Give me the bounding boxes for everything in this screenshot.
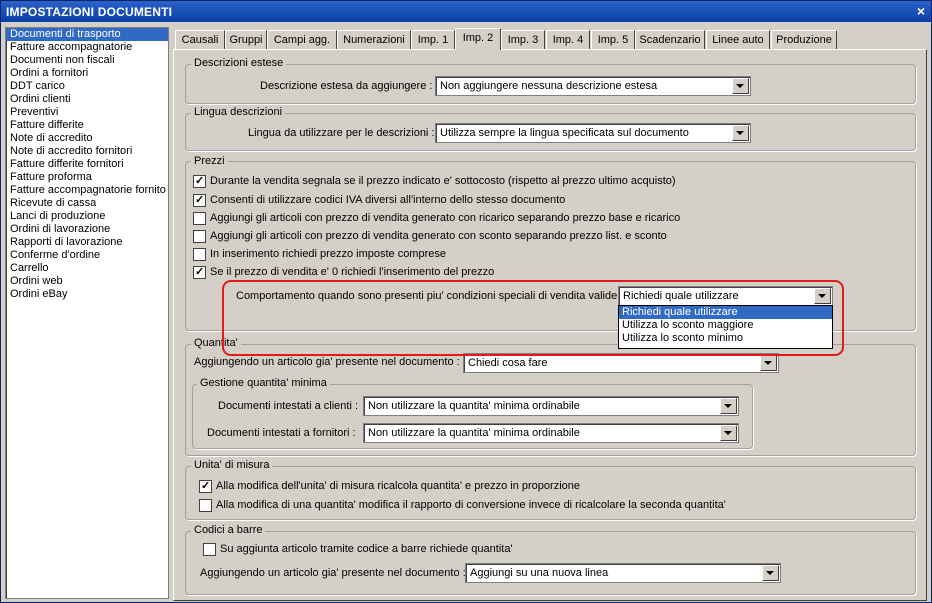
chevron-down-icon[interactable] (732, 78, 749, 94)
check-icon: ✓ (201, 480, 211, 492)
list-item[interactable]: Fatture proforma (6, 171, 168, 184)
tab-imp-1[interactable]: Imp. 1 (411, 30, 455, 49)
list-item[interactable]: Note di accredito (6, 132, 168, 145)
clienti-select[interactable]: Non utilizzare la quantita' minima ordin… (363, 396, 739, 416)
group-title: Gestione quantita' minima (197, 377, 330, 389)
checkbox-label: Consenti di utilizzare codici IVA divers… (210, 194, 566, 206)
tab-scadenzario[interactable]: Scadenzario (635, 30, 705, 49)
list-item[interactable]: Lanci di produzione (6, 210, 168, 223)
clienti-value: Non utilizzare la quantita' minima ordin… (368, 400, 580, 412)
tab-produzione[interactable]: Produzione (771, 30, 837, 49)
clienti-label: Documenti intestati a clienti : (218, 400, 359, 412)
list-item[interactable]: Fatture differite fornitori (6, 158, 168, 171)
settings-window: IMPOSTAZIONI DOCUMENTI × Documenti di tr… (0, 0, 932, 603)
list-item[interactable]: Fatture accompagnatorie (6, 41, 168, 54)
quantita-select[interactable]: Chiedi cosa fare (463, 353, 779, 373)
list-item[interactable]: Carrello (6, 262, 168, 275)
checkbox-label: Se il prezzo di vendita e' 0 richiedi l'… (210, 266, 495, 278)
list-item[interactable]: Rapporti di lavorazione (6, 236, 168, 249)
checkbox-label: Aggiungi gli articoli con prezzo di vend… (210, 212, 681, 224)
tab-causali[interactable]: Causali (175, 30, 225, 49)
checkbox-box[interactable] (203, 543, 216, 556)
chevron-down-icon[interactable] (762, 565, 779, 581)
checkbox-box[interactable] (193, 248, 206, 261)
checkbox-label: Durante la vendita segnala se il prezzo … (210, 175, 676, 187)
lingua-value: Utilizza sempre la lingua specificata su… (440, 127, 689, 139)
list-item[interactable]: Fatture differite (6, 119, 168, 132)
checkbox-box[interactable] (193, 230, 206, 243)
title-bar: IMPOSTAZIONI DOCUMENTI × (1, 1, 931, 22)
check-icon: ✓ (195, 266, 205, 278)
list-item[interactable]: Preventivi (6, 106, 168, 119)
desc-label: Descrizione estesa da aggiungere : (260, 80, 433, 92)
list-item[interactable]: DDT carico (6, 80, 168, 93)
chevron-down-icon[interactable] (760, 355, 777, 371)
check-icon: ✓ (195, 175, 205, 187)
checkbox-box[interactable] (199, 499, 212, 512)
checkbox-box[interactable]: ✓ (193, 194, 206, 207)
list-item[interactable]: Note di accredito fornitori (6, 145, 168, 158)
group-unita-misura (185, 466, 916, 520)
barre-value: Aggiungi su una nuova linea (470, 567, 609, 579)
tab-imp-4[interactable]: Imp. 4 (546, 30, 590, 49)
tab-linee-auto[interactable]: Linee auto (706, 30, 770, 49)
checkbox-label: Su aggiunta articolo tramite codice a ba… (220, 543, 513, 555)
highlight-annotation (222, 280, 844, 356)
window-title: IMPOSTAZIONI DOCUMENTI (6, 5, 173, 19)
barre-select[interactable]: Aggiungi su una nuova linea (465, 563, 781, 583)
lingua-label: Lingua da utilizzare per le descrizioni … (248, 127, 435, 139)
quantita-label: Aggiungendo un articolo gia' presente ne… (194, 356, 460, 368)
list-item[interactable]: Ordini a fornitori (6, 67, 168, 80)
list-item[interactable]: Documenti non fiscali (6, 54, 168, 67)
fornitori-label: Documenti intestati a fornitori : (207, 427, 356, 439)
checkbox-box[interactable]: ✓ (193, 266, 206, 279)
group-title: Lingua descrizioni (191, 106, 286, 118)
group-title: Unita' di misura (191, 459, 273, 471)
checkbox-box[interactable]: ✓ (193, 175, 206, 188)
group-title: Descrizioni estese (191, 57, 287, 69)
tab-imp-5[interactable]: Imp. 5 (591, 30, 635, 49)
group-title: Codici a barre (191, 524, 266, 536)
list-item[interactable]: Ordini web (6, 275, 168, 288)
list-item[interactable]: Fatture accompagnatorie fornito (6, 184, 168, 197)
tab-imp-2[interactable]: Imp. 2 (455, 28, 501, 50)
checkbox-label: In inserimento richiedi prezzo imposte c… (210, 248, 446, 260)
tab-gruppi[interactable]: Gruppi (225, 30, 267, 49)
tab-campi-agg[interactable]: Campi agg. (267, 30, 337, 49)
fornitori-value: Non utilizzare la quantita' minima ordin… (368, 427, 580, 439)
list-item[interactable]: Conferme d'ordine (6, 249, 168, 262)
close-icon[interactable]: × (917, 3, 925, 19)
group-title: Prezzi (191, 155, 228, 167)
barre-label: Aggiungendo un articolo gia' presente ne… (200, 567, 466, 579)
list-item[interactable]: Ricevute di cassa (6, 197, 168, 210)
desc-select[interactable]: Non aggiungere nessuna descrizione estes… (435, 76, 751, 96)
lingua-select[interactable]: Utilizza sempre la lingua specificata su… (435, 123, 751, 143)
check-icon: ✓ (195, 194, 205, 206)
fornitori-select[interactable]: Non utilizzare la quantita' minima ordin… (363, 423, 739, 443)
chevron-down-icon[interactable] (720, 398, 737, 414)
checkbox-label: Alla modifica dell'unita' di misura rica… (216, 480, 580, 492)
list-item[interactable]: Ordini eBay (6, 288, 168, 301)
checkbox-box[interactable]: ✓ (199, 480, 212, 493)
tab-imp-3[interactable]: Imp. 3 (501, 30, 545, 49)
tab-numerazioni[interactable]: Numerazioni (337, 30, 411, 49)
list-item[interactable]: Ordini di lavorazione (6, 223, 168, 236)
quantita-value: Chiedi cosa fare (468, 357, 548, 369)
chevron-down-icon[interactable] (732, 125, 749, 141)
checkbox-label: Alla modifica di una quantita' modifica … (216, 499, 726, 511)
list-item[interactable]: Documenti di trasporto (6, 28, 168, 41)
checkbox-box[interactable] (193, 212, 206, 225)
list-item[interactable]: Ordini clienti (6, 93, 168, 106)
chevron-down-icon[interactable] (720, 425, 737, 441)
document-type-list[interactable]: Documenti di trasporto Fatture accompagn… (5, 27, 169, 599)
checkbox-label: Aggiungi gli articoli con prezzo di vend… (210, 230, 667, 242)
desc-value: Non aggiungere nessuna descrizione estes… (440, 80, 658, 92)
